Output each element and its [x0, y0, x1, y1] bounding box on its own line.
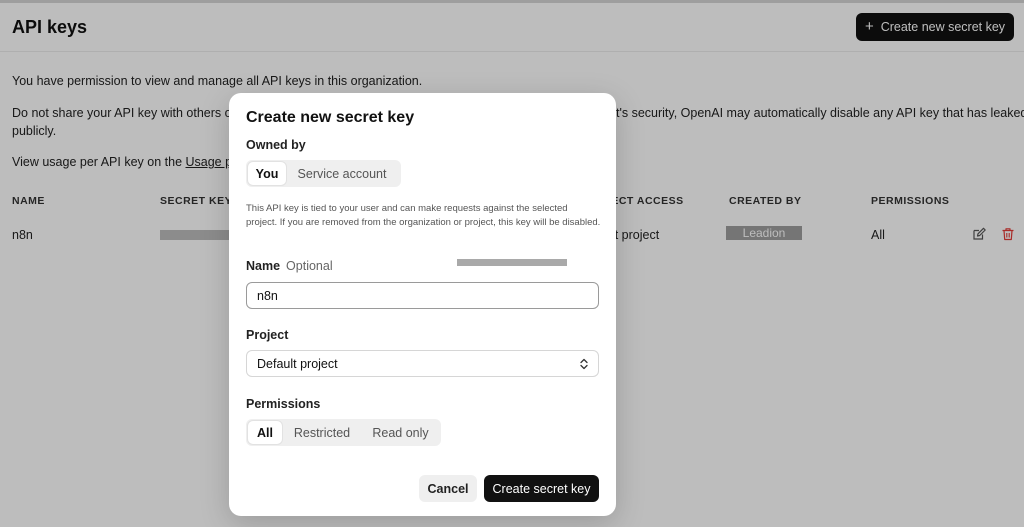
project-select-value: Default project	[257, 356, 338, 371]
permission-option-all[interactable]: All	[248, 421, 282, 444]
owner-option-you[interactable]: You	[248, 162, 286, 185]
owned-by-label: Owned by	[246, 138, 306, 152]
dialog-title: Create new secret key	[246, 109, 415, 126]
permissions-label: Permissions	[246, 397, 321, 411]
name-optional-hint: Optional	[286, 259, 333, 273]
permissions-segmented-control: All Restricted Read only	[246, 419, 441, 446]
name-label: Name Optional	[246, 259, 333, 273]
permission-option-restricted[interactable]: Restricted	[282, 421, 362, 444]
create-secret-key-dialog: Create new secret key Owned by You Servi…	[229, 93, 616, 516]
owner-option-service-account[interactable]: Service account	[286, 162, 398, 185]
create-secret-key-button[interactable]: Create secret key	[484, 475, 599, 502]
project-select[interactable]: Default project	[246, 350, 599, 377]
owner-help-text: This API key is tied to your user and ca…	[246, 203, 601, 228]
name-label-text: Name	[246, 259, 281, 273]
name-input[interactable]	[246, 282, 599, 309]
permission-option-read-only[interactable]: Read only	[362, 421, 439, 444]
cancel-button[interactable]: Cancel	[419, 475, 477, 502]
chevron-up-down-icon	[580, 358, 588, 370]
redaction-bar	[457, 259, 567, 266]
project-label: Project	[246, 328, 289, 342]
owner-segmented-control: You Service account	[246, 160, 401, 187]
